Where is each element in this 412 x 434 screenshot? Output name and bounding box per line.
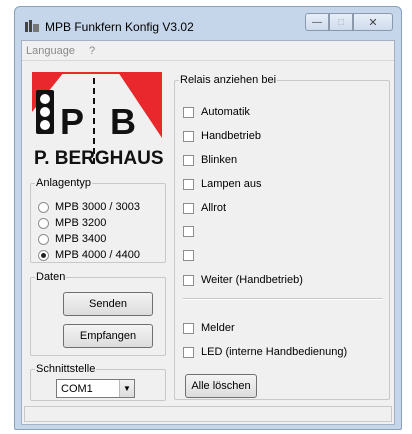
radio-indicator (38, 233, 49, 245)
checkbox-box (183, 250, 194, 261)
minimize-button[interactable]: — (305, 13, 329, 31)
anlagentyp-group: Anlagentyp MPB 3000 / 3003 MPB 3200 MPB … (30, 177, 166, 263)
checkbox-blinken[interactable]: Blinken (183, 154, 237, 166)
radio-indicator (38, 201, 49, 213)
alle-loeschen-button[interactable]: Alle löschen (185, 374, 257, 398)
radio-label: MPB 3000 / 3003 (55, 201, 141, 213)
senden-button[interactable]: Senden (63, 292, 153, 316)
checkbox-label: Weiter (Handbetrieb) (201, 274, 303, 286)
checkbox-box (183, 106, 194, 118)
checkbox-lampen-aus[interactable]: Lampen aus (183, 178, 262, 190)
checkbox-unlabeled-2[interactable] (183, 250, 201, 261)
app-icon (25, 20, 39, 32)
com-port-select[interactable]: COM1 ▼ (56, 379, 135, 398)
schnittstelle-legend: Schnittstelle (36, 363, 96, 375)
radio-label: MPB 3200 (55, 217, 107, 229)
client-area: Language ? P B P. BERGHAUS Anlagentyp MP… (21, 40, 395, 425)
window-controls: — □ ✕ (305, 13, 393, 31)
checkbox-label: Allrot (201, 202, 227, 214)
checkbox-allrot[interactable]: Allrot (183, 202, 226, 214)
checkbox-label: Automatik (201, 106, 250, 118)
close-button[interactable]: ✕ (353, 13, 393, 31)
maximize-button[interactable]: □ (329, 13, 353, 31)
radio-indicator (38, 217, 49, 229)
checkbox-box (183, 178, 194, 190)
close-icon: ✕ (368, 15, 378, 29)
radio-label: MPB 4000 / 4400 (55, 249, 141, 261)
checkbox-label: Blinken (201, 154, 238, 166)
checkbox-melder[interactable]: Melder (183, 322, 235, 334)
logo-wordmark: P. BERGHAUS (34, 148, 164, 169)
checkbox-automatik[interactable]: Automatik (183, 106, 250, 118)
relais-legend: Relais anziehen bei (180, 74, 277, 86)
checkbox-box (183, 130, 194, 142)
checkbox-weiter[interactable]: Weiter (Handbetrieb) (183, 274, 303, 286)
checkbox-box (183, 322, 194, 334)
checkbox-box (183, 274, 194, 286)
logo-letter-p: P (60, 101, 84, 142)
radio-mpb-3400[interactable]: MPB 3400 (38, 233, 106, 245)
com-port-value: COM1 (61, 382, 93, 395)
separator (183, 298, 383, 300)
minimize-icon: — (312, 16, 322, 28)
menu-language[interactable]: Language (26, 45, 75, 57)
status-bar (24, 406, 392, 422)
checkbox-label: LED (interne Handbedienung) (201, 346, 348, 358)
checkbox-label: Lampen aus (201, 178, 262, 190)
checkbox-label: Melder (201, 322, 235, 334)
maximize-icon: □ (337, 16, 345, 28)
checkbox-box (183, 346, 194, 358)
checkbox-unlabeled-1[interactable] (183, 226, 201, 237)
title-bar[interactable]: MPB Funkfern Konfig V3.02 — □ ✕ (15, 7, 401, 40)
menu-bar: Language ? (22, 41, 394, 61)
checkbox-box (183, 154, 194, 166)
checkbox-label: Handbetrieb (201, 130, 261, 142)
checkbox-handbetrieb[interactable]: Handbetrieb (183, 130, 261, 142)
radio-mpb-3000[interactable]: MPB 3000 / 3003 (38, 201, 140, 213)
empfangen-button[interactable]: Empfangen (63, 324, 153, 348)
window-title: MPB Funkfern Konfig V3.02 (45, 20, 194, 34)
relais-group: Relais anziehen bei Automatik Handbetrie… (174, 74, 390, 400)
daten-legend: Daten (36, 271, 66, 283)
anlagentyp-legend: Anlagentyp (36, 177, 92, 189)
checkbox-box (183, 226, 194, 237)
radio-indicator-checked (38, 249, 49, 261)
checkbox-led[interactable]: LED (interne Handbedienung) (183, 346, 347, 358)
radio-label: MPB 3400 (55, 233, 107, 245)
menu-help[interactable]: ? (89, 45, 95, 57)
app-window: MPB Funkfern Konfig V3.02 — □ ✕ Language… (14, 6, 402, 430)
checkbox-box (183, 202, 194, 214)
radio-mpb-3200[interactable]: MPB 3200 (38, 217, 106, 229)
radio-mpb-4000[interactable]: MPB 4000 / 4400 (38, 249, 140, 261)
logo-letter-b: B (110, 101, 136, 142)
chevron-down-icon[interactable]: ▼ (119, 380, 134, 397)
